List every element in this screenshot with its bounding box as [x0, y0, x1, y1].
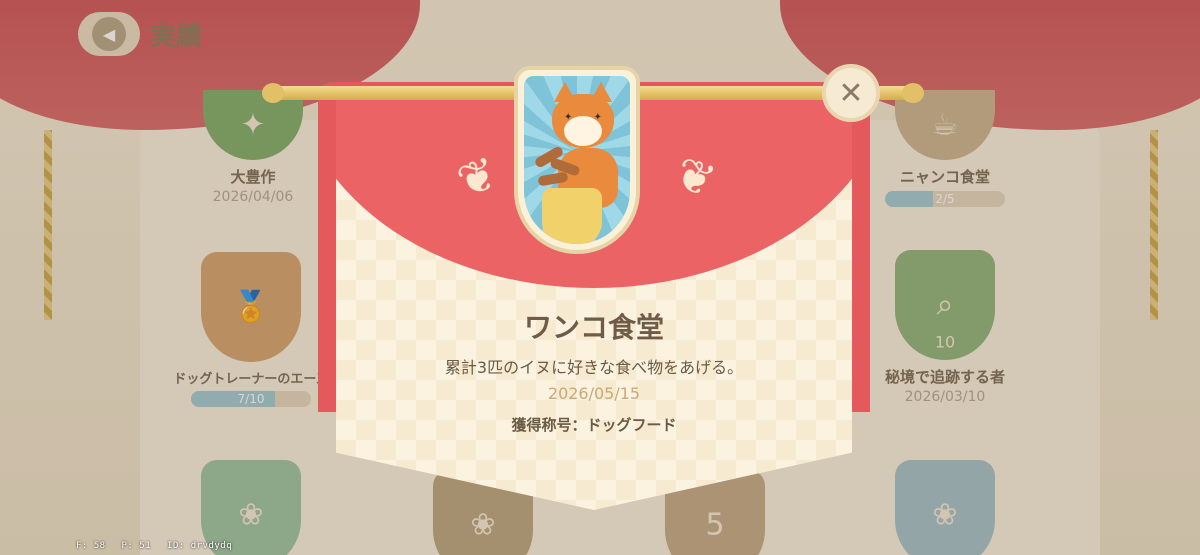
debug-ping: P: 51: [121, 541, 152, 551]
dog-ear: [590, 82, 612, 102]
debug-id: ID: drvdydq: [167, 541, 233, 551]
dog-head: ✦ ✦: [552, 82, 614, 148]
shiba-dog-icon: ✦ ✦: [524, 76, 630, 244]
rod-knob-right: [902, 83, 924, 103]
dog-ear: [554, 82, 576, 102]
dog-eye: ✦: [564, 112, 573, 123]
popup-title: ワンコ食堂: [523, 311, 664, 344]
close-button[interactable]: ✕: [822, 64, 880, 122]
popup-description: 累計3匹のイヌに好きな食べ物をあげる。: [444, 358, 744, 377]
popup-date: 2026/05/15: [547, 384, 641, 403]
debug-overlay: F: 58 P: 51 ID: drvdydq: [76, 541, 242, 551]
popup-reward: 獲得称号：ドッグフード: [511, 416, 677, 434]
rod-knob-left: [262, 83, 284, 103]
debug-fps: F: 58: [76, 541, 106, 551]
achievement-badge: ✦ ✦: [514, 66, 640, 254]
dog-eye: ✦: [593, 112, 602, 123]
food-bag-icon: [542, 188, 602, 244]
